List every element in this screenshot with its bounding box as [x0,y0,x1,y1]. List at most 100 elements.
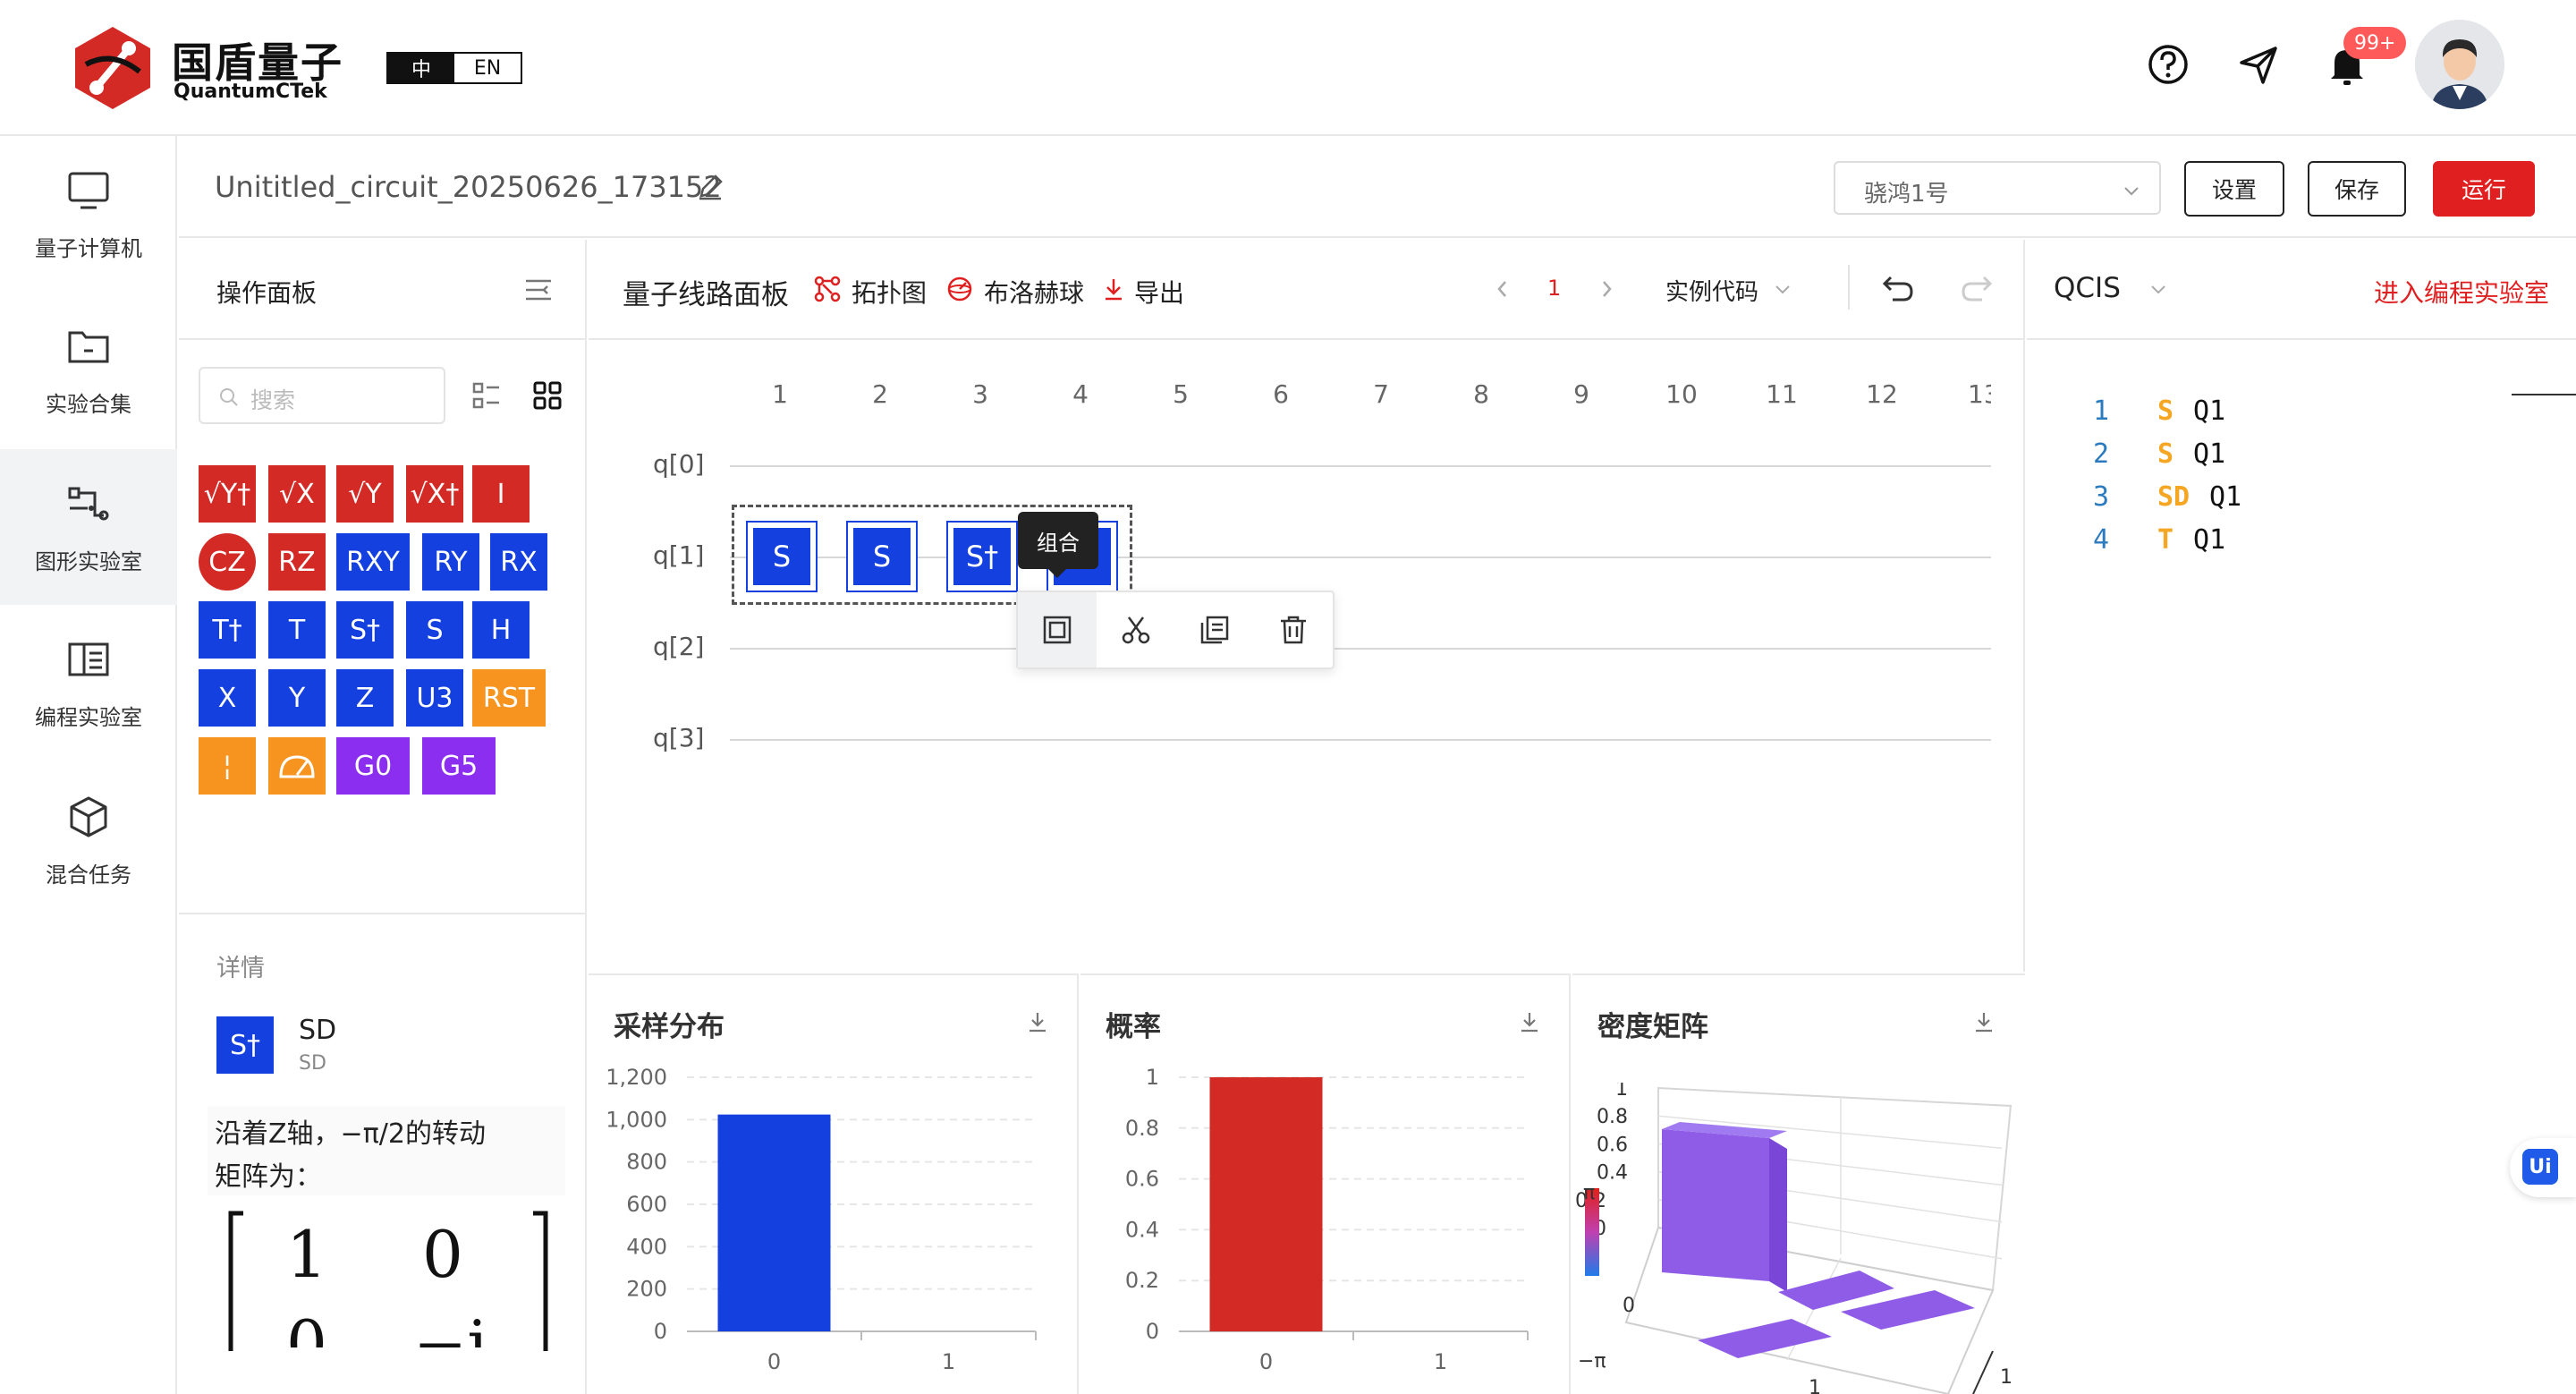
column-number: 13 [1968,379,1991,409]
gate-sqrt-y[interactable]: √Y [336,465,394,523]
gate-s-dagger[interactable]: S† [336,601,394,659]
nav-item-hybrid-tasks[interactable]: 混合任务 [0,762,177,918]
group-action[interactable] [1018,592,1097,667]
axis-label: 1 [2000,1366,2012,1389]
sampling-bar-chart: 0 200 400 600 800 1,000 1,200 0 1 [606,1065,1037,1374]
undo-icon[interactable] [1880,270,1916,306]
nav-label: 编程实验室 [35,704,142,730]
gate-rz[interactable]: RZ [268,533,326,591]
settings-button[interactable]: 设置 [2184,161,2284,217]
y-tick-label: 1,200 [606,1065,667,1090]
nav-item-experiments[interactable]: 实验合集 [0,292,177,447]
matrix-cell: −i [413,1312,487,1347]
gate-measure[interactable] [268,737,326,795]
gate-rst[interactable]: RST [472,669,546,727]
cut-icon[interactable] [1120,614,1152,646]
gate-g0[interactable]: G0 [336,737,410,795]
detail-desc-line2: 矩阵为： [215,1161,322,1193]
chevron-down-icon[interactable] [2148,279,2168,299]
column-number: 4 [1072,379,1089,409]
bloch-sphere-button[interactable]: 布洛赫球 [984,274,1084,310]
nav-label: 图形实验室 [35,548,142,574]
gate-search-input[interactable]: 搜索 [199,367,445,424]
enter-programming-lab-link[interactable]: 进入编程实验室 [2374,274,2549,310]
gate-y[interactable]: Y [268,669,326,727]
placed-gate[interactable]: S [846,521,918,592]
list-view-icon[interactable] [470,379,503,412]
gate-sqrt-x[interactable]: √X [268,465,326,523]
run-button[interactable]: 运行 [2433,161,2535,217]
gate-u3[interactable]: U3 [406,669,463,727]
device-select[interactable]: 骁鸿1号 [1834,161,2161,215]
bar[interactable] [1209,1077,1323,1331]
axis-label: 1 [1809,1377,1821,1394]
qcis-title[interactable]: QCIS [2054,272,2121,304]
column-number: 8 [1473,379,1489,409]
colorbar-label: −π [1578,1350,1606,1373]
lang-zh-option[interactable]: 中 [388,54,454,82]
gate-g5[interactable]: G5 [422,737,496,795]
density-bar[interactable] [1698,1319,1832,1358]
monitor-icon [68,172,109,208]
next-page-icon[interactable] [1596,277,1617,301]
avatar[interactable] [2415,20,2504,109]
z-tick-label: 1 [1615,1083,1628,1101]
logo-icon[interactable] [68,23,157,113]
download-icon[interactable] [1025,1009,1050,1034]
gate-t-dagger[interactable]: T† [199,601,256,659]
detail-gate-icon: S† [216,1016,274,1074]
chevron-down-icon [2124,187,2139,196]
tooltip-arrow [1046,567,1068,578]
gate-t[interactable]: T [268,601,326,659]
qubit-wire[interactable] [730,739,1991,741]
export-button[interactable]: 导出 [1134,274,1184,310]
gate-s[interactable]: S [406,601,463,659]
folder-icon [68,331,109,362]
gate-z[interactable]: Z [336,669,394,727]
download-icon[interactable] [1971,1009,1996,1034]
gate-barrier[interactable]: ¦ [199,737,256,795]
nav-item-graphic-lab[interactable]: 图形实验室 [0,449,177,605]
gate-x[interactable]: X [199,669,256,727]
bar[interactable] [717,1114,831,1331]
qubit-wire[interactable] [730,465,1991,467]
nav-item-quantum-computer[interactable]: 量子计算机 [0,136,177,292]
group-icon [1043,616,1072,644]
y-tick-label: 0.2 [1125,1268,1159,1293]
collapse-menu-icon[interactable] [522,274,555,306]
grid-view-icon[interactable] [531,379,564,412]
lang-en-option[interactable]: EN [454,54,521,82]
gate-h[interactable]: H [472,601,530,659]
example-code-select[interactable]: 实例代码 [1665,274,1758,307]
code-keyword: S [2157,395,2174,427]
delete-icon[interactable] [1277,614,1309,646]
help-icon[interactable] [2143,39,2193,89]
gate-rxy[interactable]: RXY [336,533,410,591]
redo-icon[interactable] [1959,270,1995,306]
edit-icon[interactable] [696,173,724,201]
ui-assistant-button[interactable]: Ui [2510,1138,2576,1197]
topology-button[interactable]: 拓扑图 [852,274,927,310]
send-icon[interactable] [2234,39,2284,89]
copy-icon[interactable] [1199,614,1231,646]
gate-rx[interactable]: RX [490,533,547,591]
language-switch[interactable]: 中 EN [386,52,522,84]
y-tick-label: 1 [1146,1065,1159,1090]
code-ruler [2512,394,2576,395]
gate-sqrt-x-dagger[interactable]: √X† [406,465,463,523]
gate-i[interactable]: I [472,465,530,523]
density-bar[interactable] [1662,1129,1769,1281]
qubit-wire[interactable] [730,648,1991,650]
gate-ry[interactable]: RY [422,533,479,591]
save-button[interactable]: 保存 [2308,161,2406,217]
placed-gate[interactable]: S† [946,521,1018,592]
nav-item-programming-lab[interactable]: 编程实验室 [0,605,177,761]
matrix-cell: 0 [422,1217,463,1292]
gate-sqrt-y-dagger[interactable]: √Y† [199,465,256,523]
download-icon[interactable] [1517,1009,1542,1034]
gate-cz[interactable]: CZ [199,533,256,591]
placed-gate[interactable]: S [746,521,818,592]
detail-desc-line1: 沿着Z轴，−π/2的转动 [215,1118,486,1150]
prev-page-icon[interactable] [1492,277,1513,301]
qubit-label: q[1] [653,540,705,570]
